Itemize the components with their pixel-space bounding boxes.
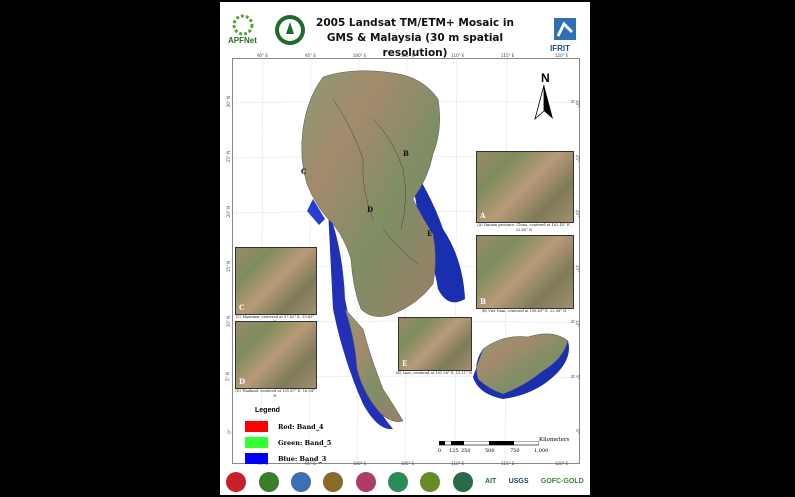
inset-map-b: B [476,235,574,309]
ait-logo: AIT [485,478,497,485]
scale-tick: 500 [485,448,495,454]
left-tick: 30° N [226,95,232,108]
top-tick: 110° E [451,53,465,58]
gofc-gold-logo: GOFC-GOLD [540,478,584,485]
inset-caption: (E) Laos, centered at 101.26° E, 15.11° … [395,371,473,375]
legend-label: Blue: Band_3 [278,454,327,463]
ifrit-logo: IFRIT [550,16,584,56]
apfnet-logo-text: APFNet [228,36,257,45]
inset-map-e: E [398,317,472,371]
legend-title: Legend [255,407,280,414]
left-tick: 15° N [226,260,232,273]
map-sheet: APFNet 2005 Landsat TM/ETM+ Mosaic in GM… [220,2,590,495]
map-frame: 90° E 95° E 100° E 105° E 110° E 115° E … [225,53,580,466]
partner-logos: AIT USGS GOFC-GOLD [220,468,590,495]
top-tick: 115° E [501,53,515,58]
legend-swatch-red [245,421,268,432]
inset-map-c: C [235,247,317,315]
region-letter: E [427,229,433,238]
legend-label: Green: Band_5 [278,438,332,447]
legend-swatch-blue [245,453,268,464]
legend-item: Green: Band_5 [245,436,365,449]
north-arrow: N [533,71,563,121]
scale-unit: Kilometers [539,437,570,443]
partner-seal-logo [420,471,441,492]
scale-bar: Kilometers 0 125 250 500 750 1,000 [438,437,570,461]
inset-letter: E [402,359,408,368]
inset-caption: (B) Viet Nam, centered at 106.69° E, 22.… [481,309,567,313]
partner-seal-logo [226,471,247,492]
top-tick: 105° E [401,53,415,58]
legend-item: Red: Band_4 [245,420,365,433]
inset-map-d: D [235,321,317,389]
usgs-logo: USGS [508,478,529,485]
legend-label: Red: Band_4 [278,422,324,431]
scale-tick: 0 [438,448,442,454]
ifrit-logo-text: IFRIT [550,44,570,53]
map-title: 2005 Landsat TM/ETM+ Mosaic in GMS & Mal… [316,17,514,59]
partner-seal-logo [290,471,311,492]
legend: Legend Red: Band_4 Green: Band_5 Blue: B… [245,407,365,468]
left-tick: 20° N [226,205,232,218]
inset-letter: C [239,303,245,312]
left-tick: 10° N [226,315,232,328]
top-tick: 95° E [305,53,316,58]
partner-seal-logo [258,471,279,492]
forestry-seal-logo [274,14,306,46]
inset-caption: (A) Yunnan province, China, centered at … [477,223,571,232]
inset-caption: (D) Thailand, centered at 101.87° E, 16.… [235,389,315,398]
inset-letter: D [239,377,246,386]
inset-map-a: A [476,151,574,223]
partner-seal-logo [387,471,408,492]
north-arrow-icon [534,85,553,121]
apfnet-logo: APFNet [228,14,264,50]
partner-seal-logo [323,471,344,492]
scale-tick: 250 [461,448,471,454]
top-tick: 100° E [353,53,367,58]
region-letter: C [301,167,307,176]
inset-letter: A [480,211,486,220]
scale-tick: 125 [449,448,459,454]
left-tick: 5° N [224,372,230,381]
partner-seal-logo [452,471,473,492]
top-tick: 120° E [555,53,569,58]
scale-bar-graphic [439,441,539,446]
region-letter: D [367,205,374,214]
scale-tick: 750 [510,448,520,454]
top-tick: 90° E [257,53,268,58]
partner-seal-logo [355,471,376,492]
scale-tick: 1,000 [534,448,549,454]
legend-item: Blue: Band_3 [245,452,365,465]
north-label: N [541,71,550,85]
left-tick: 25° N [226,150,232,163]
legend-swatch-green [245,437,268,448]
region-letter: B [403,149,409,158]
inset-letter: B [480,297,486,306]
left-tick: 0° [226,429,232,434]
